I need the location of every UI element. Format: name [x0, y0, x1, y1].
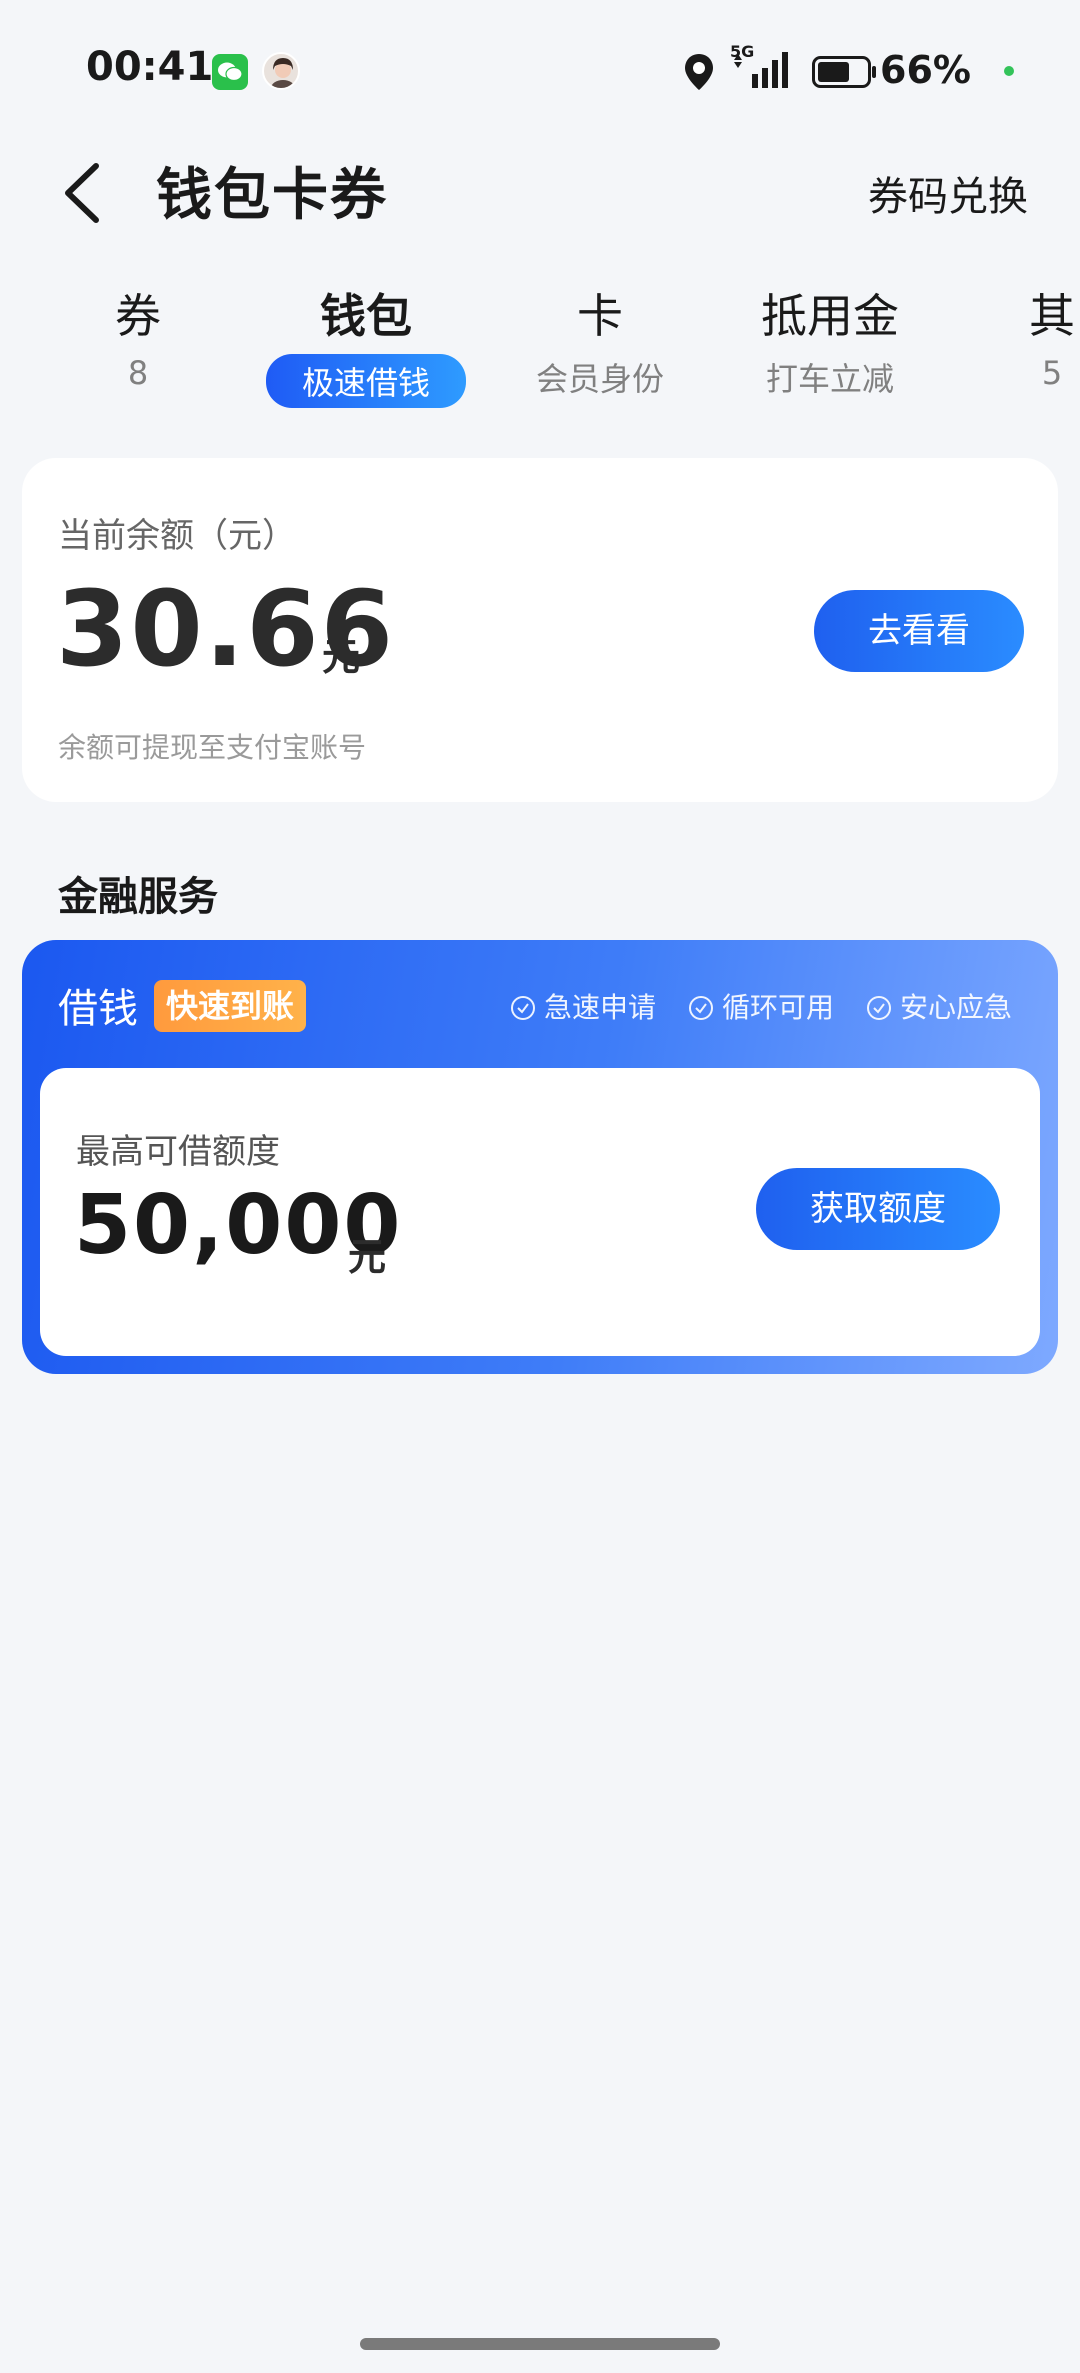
nav-bar: 钱包卡券 券码兑换 — [0, 140, 1080, 240]
balance-card: 当前余额（元） 30.66 元 余额可提现至支付宝账号 去看看 — [22, 458, 1058, 802]
tab-title: 卡 — [577, 289, 623, 343]
privacy-dot — [1004, 66, 1014, 76]
chevron-left-icon — [65, 163, 99, 223]
loan-feature: 急速申请 — [510, 986, 656, 1028]
avatar-notification-icon — [262, 52, 300, 90]
battery-percent: 66% — [880, 48, 971, 92]
tab-title: 抵用金 — [761, 289, 899, 343]
location-icon — [682, 52, 716, 96]
tab-subtitle: 极速借钱 — [265, 354, 466, 408]
get-limit-button[interactable]: 获取额度 — [756, 1168, 1000, 1250]
tab-subtitle: 会员身份 — [535, 360, 664, 398]
loan-card[interactable]: 借钱 快速到账 急速申请 循环可用 安心应急 最高可借额度 50,000 元 获… — [22, 940, 1058, 1374]
status-bar: 00:41 5G 66% — [0, 0, 1080, 140]
status-icons: 5G 66% — [682, 42, 1022, 96]
back-button[interactable] — [56, 158, 116, 228]
finance-section-title: 金融服务 — [58, 874, 218, 920]
home-indicator[interactable] — [360, 2338, 720, 2350]
balance-label: 当前余额（元） — [58, 516, 296, 556]
tab-subtitle: 打车立减 — [765, 360, 894, 398]
tab-subtitle: 5 — [1041, 354, 1063, 392]
view-balance-button[interactable]: 去看看 — [814, 590, 1024, 672]
redeem-code-button[interactable]: 券码兑换 — [868, 164, 1028, 222]
status-time: 00:41 — [86, 44, 214, 90]
signal-icon — [732, 50, 796, 94]
loan-feature-label: 急速申请 — [544, 991, 657, 1024]
tab-vouchers[interactable]: 抵用金 打车立减 — [752, 280, 908, 400]
balance-unit: 元 — [322, 635, 361, 679]
loan-feature-label: 安心应急 — [900, 991, 1013, 1024]
check-circle-icon — [866, 995, 892, 1028]
tab-title: 券 — [115, 289, 161, 343]
tab-wallet[interactable]: 钱包 极速借钱 — [256, 280, 476, 408]
loan-feature-label: 循环可用 — [722, 991, 835, 1024]
tab-title: 钱包 — [320, 289, 412, 343]
category-tabs: 券 8 钱包 极速借钱 卡 会员身份 抵用金 打车立减 其 5 — [0, 280, 1080, 410]
tab-other[interactable]: 其 5 — [1010, 280, 1080, 392]
tab-subtitle: 8 — [127, 354, 149, 392]
tab-title: 其 — [1029, 289, 1075, 343]
tab-cards[interactable]: 卡 会员身份 — [522, 280, 678, 400]
battery-icon — [812, 56, 878, 92]
loan-feature: 安心应急 — [866, 986, 1012, 1028]
tab-coupons[interactable]: 券 8 — [96, 280, 180, 392]
loan-limit-unit: 元 — [348, 1235, 387, 1279]
page-title: 钱包卡券 — [156, 163, 388, 228]
loan-feature: 循环可用 — [688, 986, 834, 1028]
balance-note: 余额可提现至支付宝账号 — [58, 731, 367, 764]
fast-arrival-badge: 快速到账 — [154, 980, 307, 1032]
check-circle-icon — [510, 995, 536, 1028]
loan-limit-panel: 最高可借额度 50,000 元 获取额度 — [40, 1068, 1040, 1356]
loan-title: 借钱 — [58, 986, 138, 1032]
wechat-notification-icon — [212, 54, 248, 90]
loan-limit-label: 最高可借额度 — [76, 1132, 280, 1172]
check-circle-icon — [688, 995, 714, 1028]
